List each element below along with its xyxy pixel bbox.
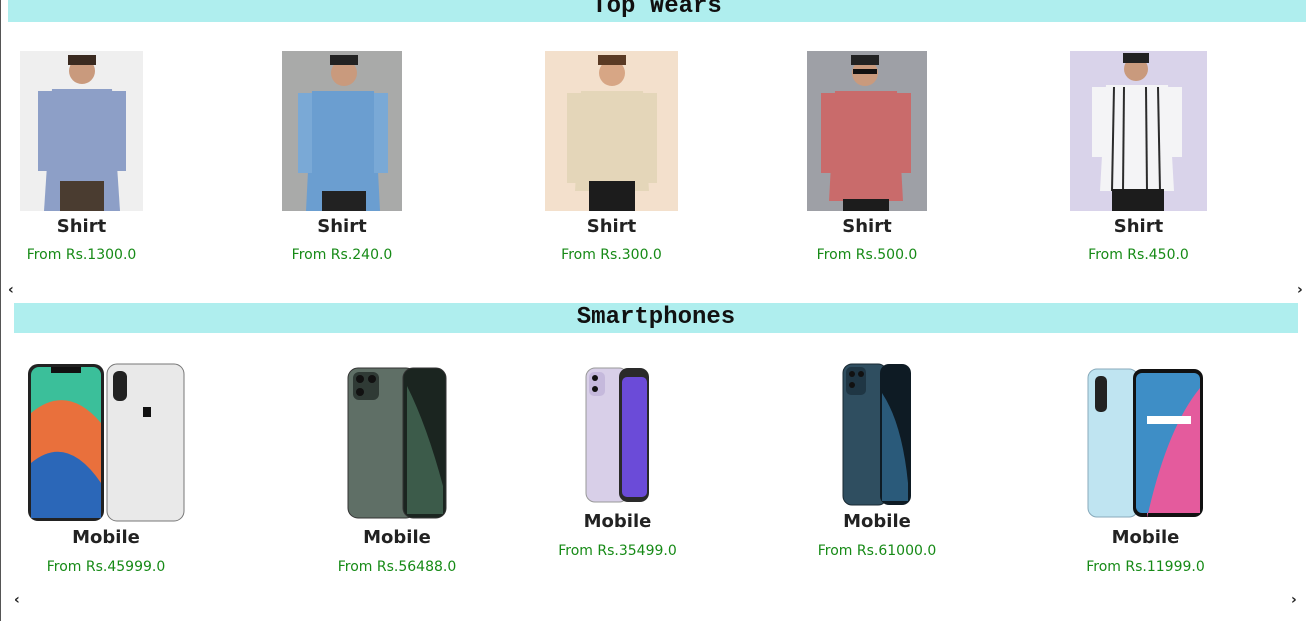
product-price: From Rs.35499.0 <box>558 543 677 559</box>
product-price: From Rs.56488.0 <box>337 559 457 575</box>
product-price: From Rs.240.0 <box>291 247 393 263</box>
product-name: Mobile <box>72 527 140 548</box>
product-card-mobile-5[interactable]: Mobile From Rs.11999.0 <box>1086 368 1205 578</box>
product-name: Shirt <box>586 216 637 237</box>
product-name: Mobile <box>363 527 431 548</box>
product-price: From Rs.500.0 <box>816 247 918 263</box>
product-card-shirt-2[interactable]: Shirt From Rs.240.0 <box>282 51 402 266</box>
product-card-shirt-3[interactable]: Shirt From Rs.300.0 <box>545 51 678 266</box>
product-price: From Rs.450.0 <box>1088 247 1189 263</box>
product-name: Shirt <box>56 216 107 237</box>
product-name: Mobile <box>1111 527 1180 548</box>
product-image[interactable] <box>842 363 912 506</box>
product-image[interactable] <box>1087 368 1204 518</box>
product-name: Shirt <box>842 216 892 237</box>
product-card-shirt-1[interactable]: Shirt From Rs.1300.0 <box>20 51 143 266</box>
product-name: Shirt <box>317 216 367 237</box>
product-price: From Rs.61000.0 <box>817 543 937 559</box>
product-name: Mobile <box>583 511 652 532</box>
product-card-mobile-2[interactable]: Mobile From Rs.56488.0 <box>338 366 456 578</box>
product-image[interactable] <box>347 366 447 520</box>
product-image[interactable] <box>1070 51 1207 211</box>
product-image[interactable] <box>27 363 185 522</box>
product-image[interactable] <box>545 51 678 211</box>
product-image[interactable] <box>20 51 143 211</box>
product-name: Mobile <box>843 511 911 532</box>
product-image[interactable] <box>282 51 402 211</box>
product-price: From Rs.1300.0 <box>26 247 137 263</box>
product-image[interactable] <box>585 367 650 503</box>
product-image[interactable] <box>807 51 927 211</box>
carousel-next-button-top-wears[interactable]: › <box>1297 283 1303 297</box>
carousel-next-button-smartphones[interactable]: › <box>1291 593 1297 607</box>
product-price: From Rs.11999.0 <box>1086 559 1205 575</box>
product-card-mobile-1[interactable]: Mobile From Rs.45999.0 <box>27 363 185 578</box>
product-card-mobile-4[interactable]: Mobile From Rs.61000.0 <box>818 363 936 562</box>
product-name: Shirt <box>1113 216 1164 237</box>
carousel-prev-button-top-wears[interactable]: ‹ <box>8 283 14 297</box>
product-card-shirt-4[interactable]: Shirt From Rs.500.0 <box>807 51 927 266</box>
section-title-top-wears: Top Wears <box>8 0 1306 22</box>
product-card-mobile-3[interactable]: Mobile From Rs.35499.0 <box>558 367 677 562</box>
product-card-shirt-5[interactable]: Shirt From Rs.450.0 <box>1070 51 1207 266</box>
carousel-prev-button-smartphones[interactable]: ‹ <box>14 593 20 607</box>
product-price: From Rs.45999.0 <box>46 559 166 575</box>
section-title-smartphones: Smartphones <box>14 303 1298 333</box>
product-price: From Rs.300.0 <box>561 247 662 263</box>
